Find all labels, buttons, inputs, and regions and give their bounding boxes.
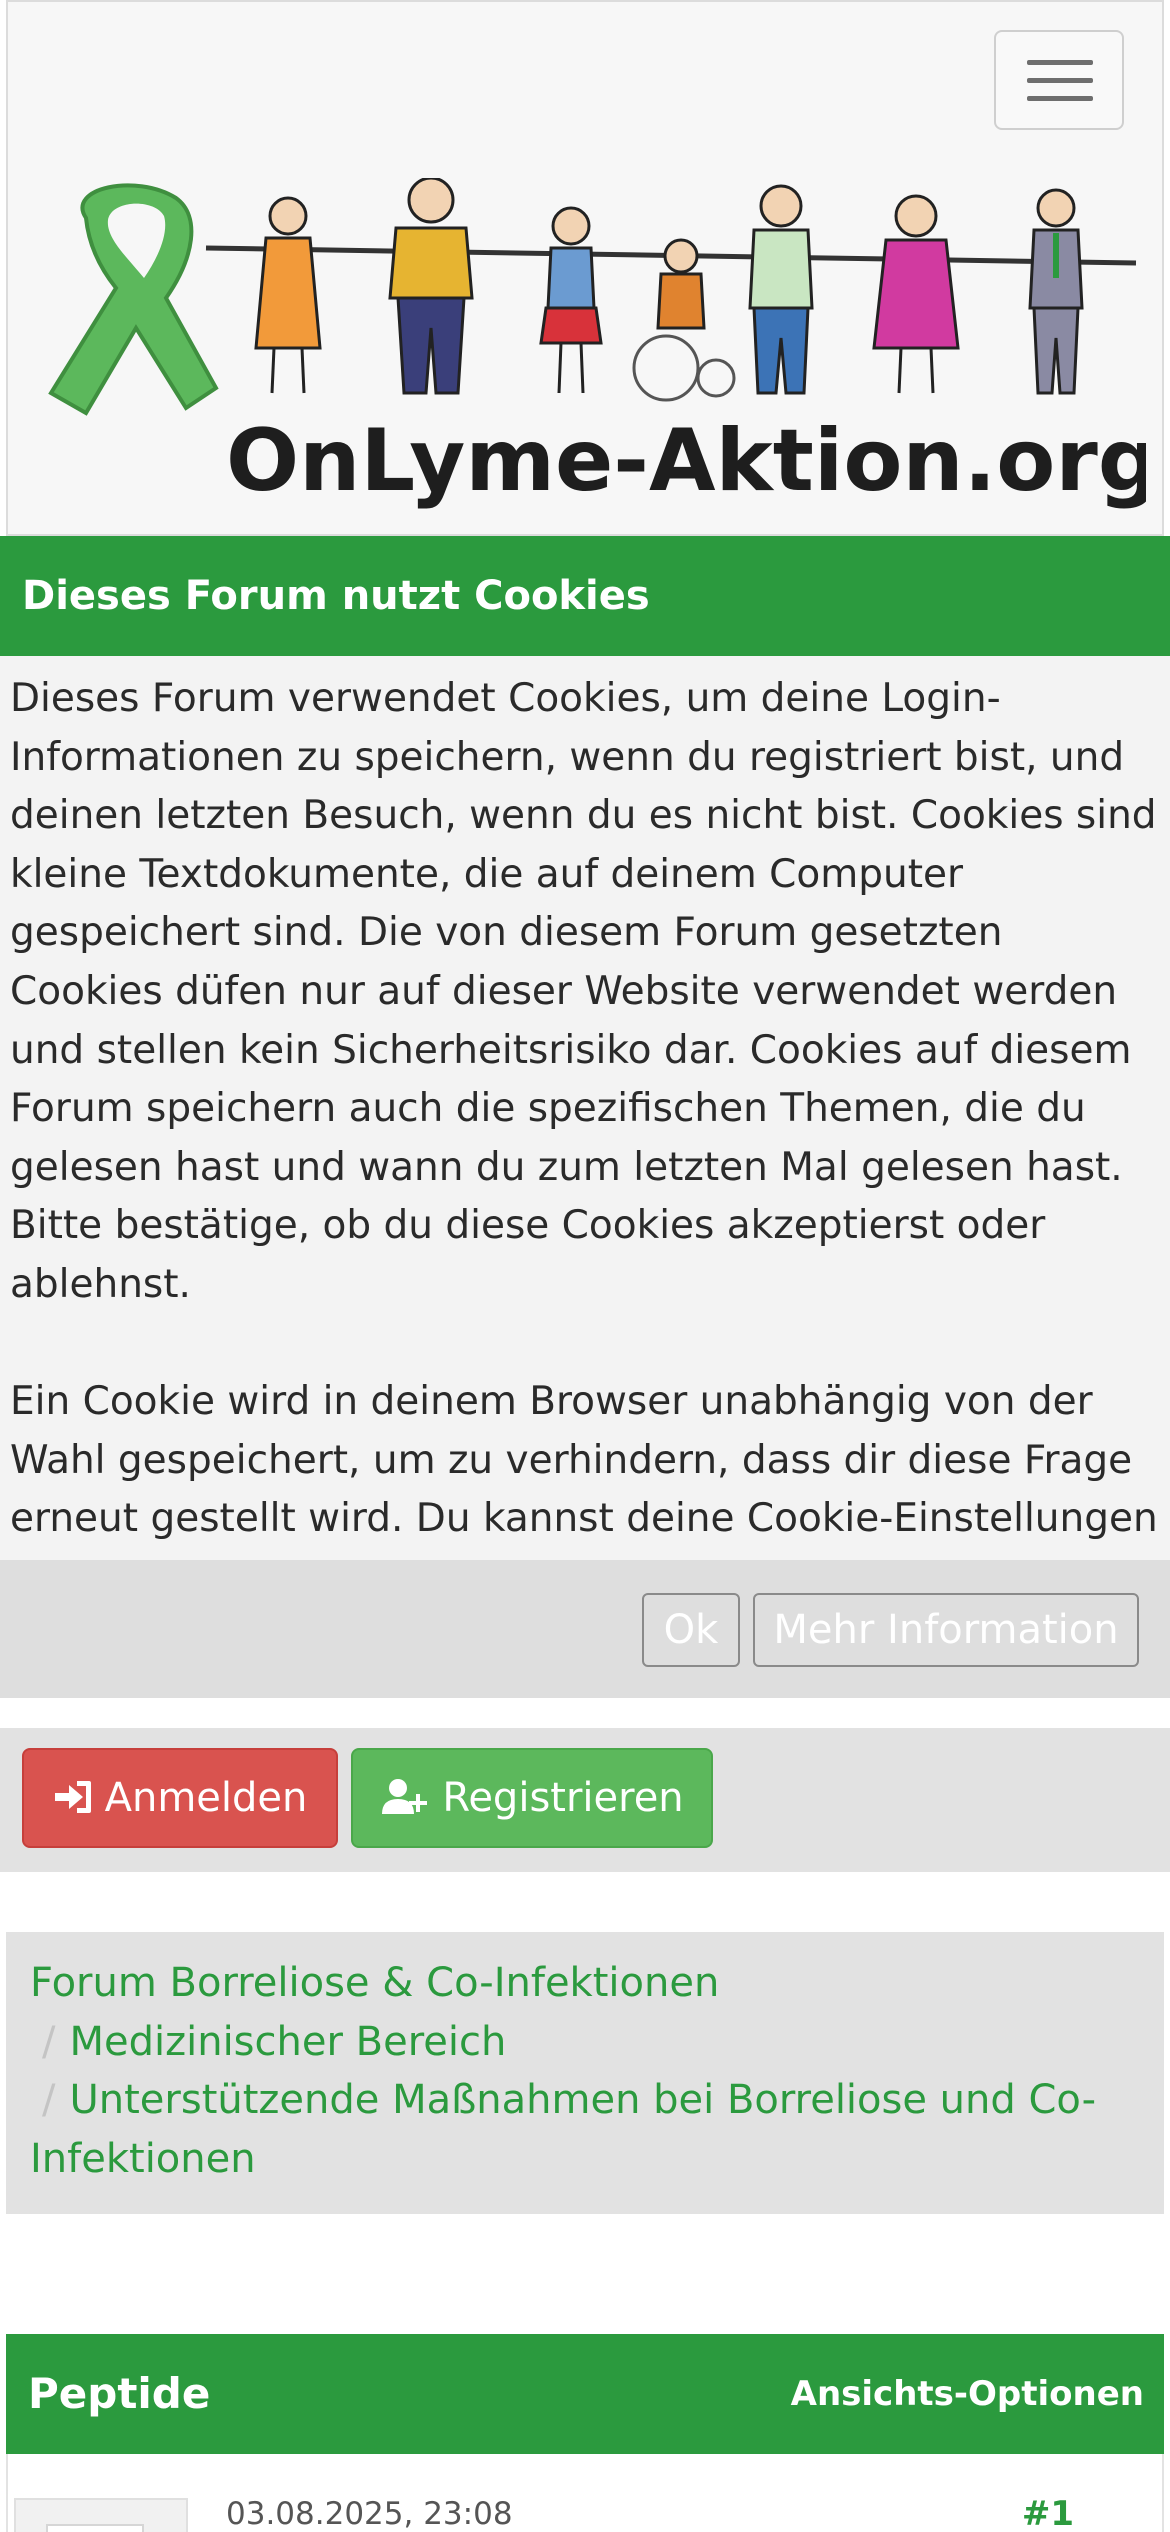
avatar-image — [46, 2524, 144, 2532]
hamburger-icon-bar — [1027, 78, 1093, 83]
thread-title: Peptide — [28, 2369, 211, 2418]
user-plus-icon — [382, 1779, 428, 1814]
breadcrumb-separator: / — [42, 2018, 56, 2065]
register-button[interactable]: Registrieren — [351, 1748, 713, 1848]
cookie-notice-title: Dieses Forum nutzt Cookies — [0, 536, 1170, 656]
breadcrumb-link-supportive-measures[interactable]: Unterstützende Maßnahmen bei Borreliose … — [30, 2077, 1096, 2182]
awareness-ribbon-icon — [48, 183, 219, 416]
menu-toggle-button[interactable] — [994, 30, 1124, 130]
post-number-link[interactable]: #1 — [1022, 2494, 1074, 2532]
cookie-ok-button[interactable]: Ok — [642, 1593, 740, 1667]
cookie-more-info-button[interactable]: Mehr Information — [753, 1593, 1139, 1667]
thread-header: Peptide Ansichts-Optionen — [6, 2334, 1164, 2454]
logo-text: OnLyme-Aktion.org — [226, 411, 1146, 511]
breadcrumb-link-medical[interactable]: Medizinischer Bereich — [69, 2019, 506, 2065]
view-options-link[interactable]: Ansichts-Optionen — [791, 2334, 1144, 2454]
login-label: Anmelden — [104, 1775, 308, 1821]
post-first: 03.08.2025, 23:08 #1 — [6, 2454, 1164, 2532]
breadcrumb-separator: / — [42, 2077, 56, 2124]
site-header: OnLyme-Aktion.org — [6, 0, 1164, 536]
post-date: 03.08.2025, 23:08 — [226, 2496, 513, 2532]
people-chain-illustration — [205, 178, 1137, 402]
sign-in-icon — [54, 1781, 91, 1813]
register-label: Registrieren — [442, 1775, 684, 1821]
hamburger-icon — [1027, 60, 1093, 65]
cookie-notice-body: Dieses Forum verwendet Cookies, um deine… — [0, 656, 1170, 1600]
auth-bar: Anmelden Registrieren — [0, 1728, 1170, 1872]
cookie-notice-paragraph: Dieses Forum verwendet Cookies, um deine… — [10, 676, 1157, 1307]
hamburger-icon-bar — [1027, 96, 1093, 101]
cookie-notice-actions: Ok Mehr Information — [0, 1560, 1170, 1698]
breadcrumb-link-forum[interactable]: Forum Borreliose & Co-Infektionen — [30, 1960, 719, 2006]
login-button[interactable]: Anmelden — [22, 1748, 338, 1848]
site-logo[interactable]: OnLyme-Aktion.org — [26, 178, 1146, 518]
breadcrumb: Forum Borreliose & Co-Infektionen / Mediz… — [6, 1932, 1164, 2214]
